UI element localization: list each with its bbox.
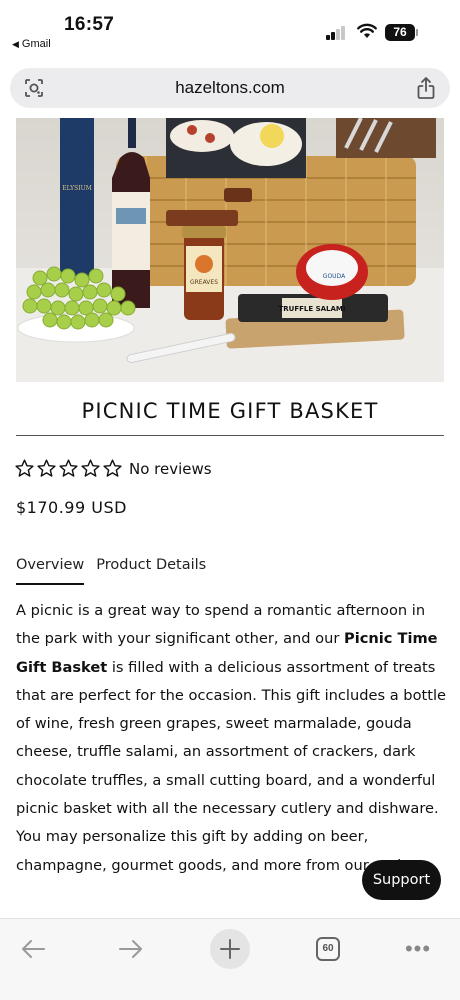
tab-product-details[interactable]: Product Details bbox=[96, 557, 206, 585]
wifi-icon bbox=[357, 23, 377, 38]
url-text[interactable]: hazeltons.com bbox=[10, 78, 450, 98]
star-outline-icon bbox=[15, 459, 34, 477]
address-bar[interactable]: hazeltons.com bbox=[10, 68, 450, 108]
picnic-basket-illustration: ELYSIUM GREAVES TRUFFLE SALAMI GOUDA bbox=[16, 118, 444, 382]
arrow-left-icon bbox=[22, 940, 45, 958]
product-price: $170.99 USD bbox=[16, 498, 127, 517]
product-title: PICNIC TIME GIFT BASKET bbox=[81, 399, 379, 423]
browser-toolbar: 60 ••• bbox=[0, 918, 460, 1000]
forward-button[interactable] bbox=[111, 929, 151, 969]
star-outline-icon bbox=[81, 459, 100, 477]
share-icon[interactable] bbox=[416, 76, 436, 100]
product-rating[interactable]: No reviews bbox=[14, 458, 212, 479]
box-label: ELYSIUM bbox=[62, 185, 92, 192]
support-button[interactable]: Support bbox=[362, 860, 441, 900]
status-bar: 16:57 ◀ Gmail 76 bbox=[0, 0, 460, 60]
plus-icon bbox=[220, 939, 240, 959]
more-button[interactable]: ••• bbox=[398, 929, 438, 969]
back-to-app-link[interactable]: ◀ Gmail bbox=[12, 38, 51, 50]
star-outline-icon bbox=[37, 459, 56, 477]
cheese-label: GOUDA bbox=[323, 273, 346, 280]
product-description: A picnic is a great way to spend a roman… bbox=[16, 597, 448, 880]
battery-tip bbox=[416, 29, 418, 36]
battery-icon: 76 bbox=[385, 24, 415, 41]
tab-overview[interactable]: Overview bbox=[16, 557, 85, 585]
title-divider bbox=[16, 435, 444, 436]
tabs-button[interactable]: 60 bbox=[308, 929, 348, 969]
back-app-label: Gmail bbox=[21, 38, 51, 50]
description-text: is filled with a delicious assortment of… bbox=[16, 658, 446, 874]
back-button[interactable] bbox=[13, 929, 53, 969]
arrow-right-icon bbox=[119, 940, 142, 958]
new-tab-button[interactable] bbox=[210, 929, 250, 969]
clock: 16:57 bbox=[64, 14, 115, 35]
product-tabs: Overview Product Details bbox=[16, 557, 206, 585]
jam-label: GREAVES bbox=[190, 279, 218, 286]
product-photo[interactable]: ELYSIUM GREAVES TRUFFLE SALAMI GOUDA bbox=[16, 118, 444, 382]
cellular-signal-icon bbox=[326, 26, 348, 40]
star-outline-icon bbox=[59, 459, 78, 477]
more-icon: ••• bbox=[404, 936, 432, 961]
tabs-icon: 60 bbox=[316, 937, 340, 961]
reviews-label[interactable]: No reviews bbox=[129, 460, 212, 478]
salami-label: TRUFFLE SALAMI bbox=[279, 305, 346, 313]
back-triangle-icon: ◀ bbox=[12, 38, 19, 49]
star-outline-icon bbox=[103, 459, 122, 477]
